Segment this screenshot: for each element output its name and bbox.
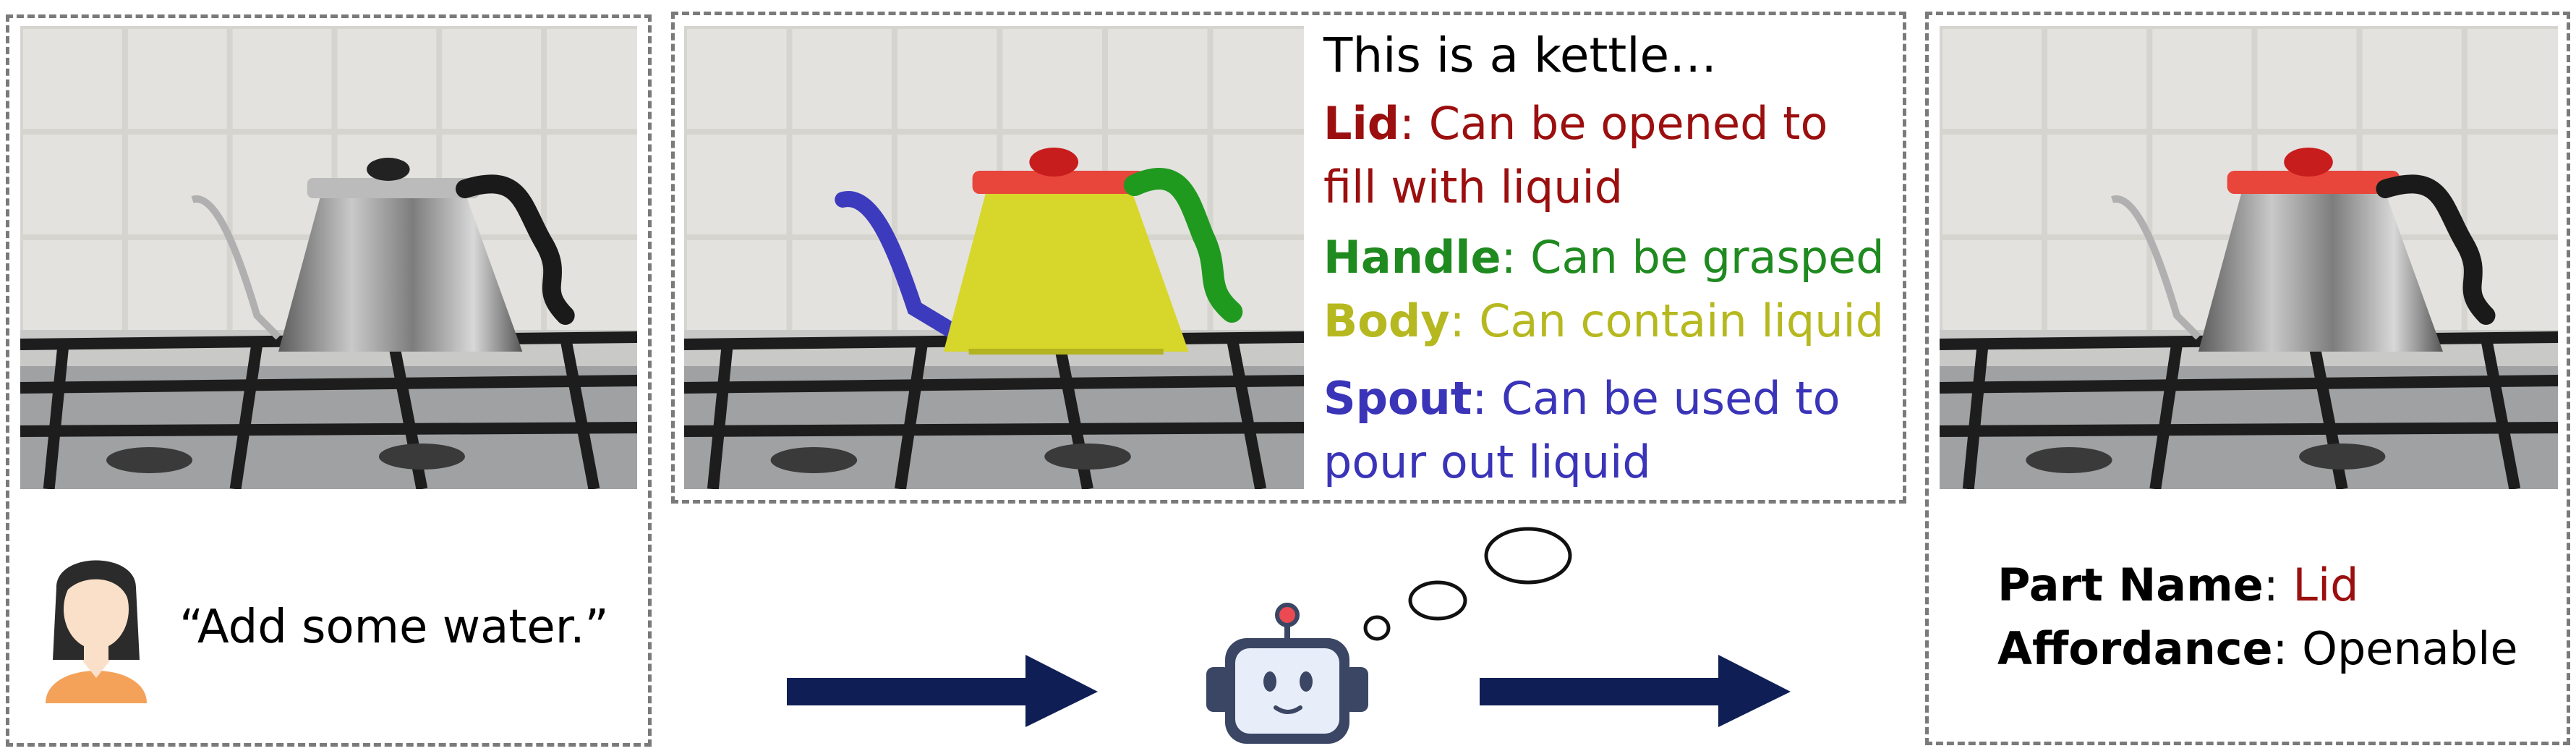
- part-handle-name: Handle: [1323, 231, 1501, 284]
- part-spout-line2: pour out liquid: [1323, 436, 1651, 488]
- part-handle-line: Handle: Can be grasped: [1323, 235, 1885, 280]
- part-spout-line1: Spout: Can be used to: [1323, 376, 1841, 421]
- affordance-line: Affordance: Openable: [1997, 627, 2517, 671]
- part-name-line: Part Name: Lid: [1997, 563, 2359, 608]
- part-body-desc: : Can contain liquid: [1449, 294, 1885, 347]
- instruction-text: “Add some water.”: [179, 601, 609, 654]
- part-lid-desc: : Can be opened to: [1399, 97, 1828, 150]
- part-lid-line2: fill with liquid: [1323, 161, 1624, 213]
- thought-bubble-icon: [1360, 525, 1577, 648]
- robot-icon: [1200, 601, 1374, 745]
- middle-heading: This is a kettle…: [1323, 27, 1718, 83]
- part-body-name: Body: [1323, 294, 1450, 347]
- kettle-photo-lid-result: [1940, 26, 2558, 489]
- person-avatar-icon: [42, 544, 150, 703]
- affordance-value: : Openable: [2272, 622, 2518, 675]
- part-body-line: Body: Can contain liquid: [1323, 299, 1884, 344]
- part-lid-line1: Lid: Can be opened to: [1323, 101, 1827, 146]
- arrow-right-icon: [1480, 655, 1791, 727]
- part-handle-desc: : Can be grasped: [1501, 231, 1885, 284]
- kettle-photo-original: [20, 26, 637, 489]
- part-name-value: : Lid: [2263, 559, 2359, 611]
- part-name-label: Part Name: [1997, 559, 2264, 611]
- part-spout-desc: : Can be used to: [1472, 372, 1841, 425]
- kettle-photo-segmented: [684, 26, 1304, 489]
- arrow-right-icon: [787, 655, 1098, 727]
- affordance-label: Affordance: [1997, 622, 2273, 675]
- part-lid-name: Lid: [1323, 97, 1400, 150]
- part-spout-name: Spout: [1323, 372, 1472, 425]
